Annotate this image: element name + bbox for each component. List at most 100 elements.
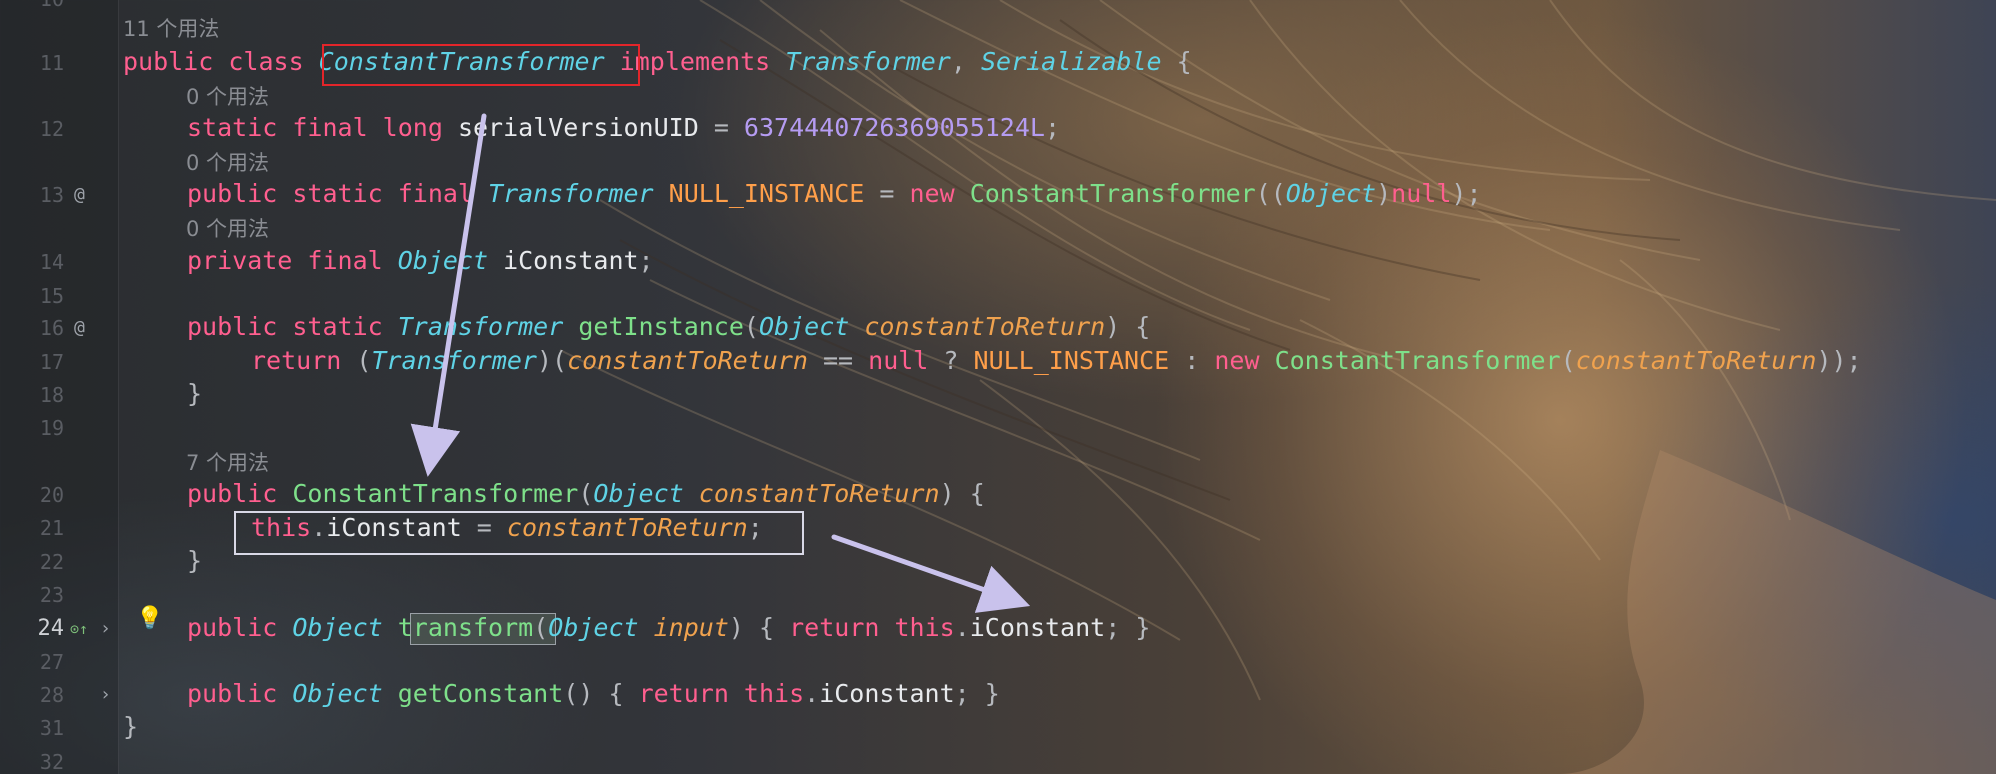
code-line-11[interactable]: public class ConstantTransformer impleme… <box>123 47 1192 77</box>
operator: = <box>698 113 744 142</box>
operator: : <box>1169 346 1215 375</box>
annotation-arrow-class-to-ctor <box>410 113 487 477</box>
type-name: Object <box>1285 179 1377 208</box>
code-line-17[interactable]: return (Transformer)(constantToReturn ==… <box>251 346 1862 376</box>
parameter-name: constantToReturn <box>683 479 940 508</box>
punctuation: ; } <box>1105 613 1151 642</box>
method-name: getConstant <box>382 679 564 708</box>
override-marker-icon[interactable]: @ <box>74 315 85 341</box>
line-number: 11 <box>39 51 64 75</box>
keyword: return <box>638 679 744 708</box>
line-number: 27 <box>39 650 64 674</box>
code-line-24[interactable]: public Object transform(Object input) { … <box>187 613 1150 643</box>
code-line-13[interactable]: public static final Transformer NULL_INS… <box>187 179 1482 209</box>
override-marker-icon[interactable]: @ <box>74 182 85 208</box>
method-name: transform <box>397 613 534 642</box>
line-number-current: 24 <box>37 616 65 641</box>
parameter-name: constantToReturn <box>1575 346 1817 375</box>
keyword: public class <box>123 47 319 76</box>
annotation-arrow-assign-to-return <box>831 534 1031 613</box>
line-number: 21 <box>39 516 64 540</box>
punctuation: ) { <box>728 613 790 642</box>
method-name: getInstance <box>563 312 744 341</box>
line-number: 14 <box>39 250 64 274</box>
punctuation: ( <box>533 613 549 642</box>
punctuation: . <box>954 613 970 642</box>
type-name: Object <box>292 679 383 708</box>
keyword: public <box>187 479 293 508</box>
keyword: public <box>187 613 293 642</box>
code-line-20[interactable]: public ConstantTransformer(Object consta… <box>187 479 985 509</box>
keyword: return <box>789 613 895 642</box>
keyword: null <box>1391 179 1452 208</box>
line-number: 13 <box>39 183 64 207</box>
punctuation: ; <box>638 246 654 275</box>
constructor-name: ConstantTransformer <box>292 479 579 508</box>
fold-chevron-icon[interactable]: › <box>100 616 111 642</box>
code-line-28[interactable]: public Object getConstant() { return thi… <box>187 679 1000 709</box>
annotation-red-box <box>322 44 640 86</box>
punctuation: ) { <box>939 479 985 508</box>
implements-marker-icon[interactable]: ⊙↑ <box>70 616 88 642</box>
usage-hint[interactable]: 0 个用法 <box>186 150 269 176</box>
line-number: 19 <box>39 416 64 440</box>
line-number: 28 <box>39 683 64 707</box>
line-number: 10 <box>0 0 64 12</box>
interface-name: Serializable <box>980 47 1162 76</box>
constructor-call: ConstantTransformer <box>1274 346 1561 375</box>
field-name: serialVersionUID <box>457 113 699 142</box>
fold-chevron-icon[interactable]: › <box>100 682 111 708</box>
line-number: 23 <box>39 583 64 607</box>
punctuation: ( <box>578 479 594 508</box>
usage-hint[interactable]: 11 个用法 <box>123 16 219 42</box>
operator: == <box>807 346 869 375</box>
number-literal: 6374440726369055124L <box>743 113 1045 142</box>
lightbulb-icon[interactable]: 💡 <box>136 606 163 632</box>
code-line-14[interactable]: private final Object iConstant; <box>187 246 654 276</box>
code-line-31[interactable]: } <box>123 712 138 742</box>
type-name: Transformer <box>371 346 537 375</box>
usage-hint[interactable]: 0 个用法 <box>186 84 269 110</box>
line-number: 12 <box>39 117 64 141</box>
punctuation: ; } <box>954 679 1000 708</box>
punctuation: )); <box>1816 346 1862 375</box>
punctuation: ) { <box>1105 312 1151 341</box>
constant-name: NULL_INSTANCE <box>653 179 865 208</box>
punctuation: . <box>804 679 820 708</box>
code-line-12[interactable]: static final long serialVersionUID = 637… <box>187 113 1060 143</box>
keyword: public static <box>187 312 398 341</box>
punctuation: ( <box>1560 346 1576 375</box>
parameter-name: constantToReturn <box>567 346 808 375</box>
type-name: Object <box>758 312 850 341</box>
keyword: private final <box>187 246 398 275</box>
gutter-separator <box>118 0 119 774</box>
usage-hint[interactable]: 7 个用法 <box>186 450 269 476</box>
punctuation: } <box>187 546 203 575</box>
interface-name: Transformer <box>785 47 951 76</box>
line-number: 15 <box>39 284 64 308</box>
operator: ? <box>928 346 974 375</box>
punctuation: (( <box>1255 179 1286 208</box>
punctuation: ( <box>356 346 372 375</box>
code-line-18[interactable]: } <box>187 379 202 409</box>
code-line-16[interactable]: public static Transformer getInstance(Ob… <box>187 312 1150 342</box>
punctuation: ); <box>1451 179 1482 208</box>
type-name: Object <box>593 479 684 508</box>
constructor-call: ConstantTransformer <box>969 179 1256 208</box>
type-name: Object <box>548 613 639 642</box>
punctuation: ( <box>743 312 759 341</box>
usage-hint[interactable]: 0 个用法 <box>186 216 269 242</box>
type-name: Transformer <box>397 312 564 341</box>
keyword: new <box>909 179 970 208</box>
field-name: iConstant <box>488 246 639 275</box>
line-number: 20 <box>39 483 64 507</box>
line-number: 17 <box>39 350 64 374</box>
type-name: Transformer <box>488 179 654 208</box>
operator: = <box>864 179 910 208</box>
code-line-22[interactable]: } <box>187 546 202 576</box>
punctuation: )( <box>537 346 568 375</box>
keyword: new <box>1214 346 1275 375</box>
line-number: 18 <box>39 383 64 407</box>
line-number: 32 <box>39 750 64 774</box>
punctuation: , <box>950 47 981 76</box>
